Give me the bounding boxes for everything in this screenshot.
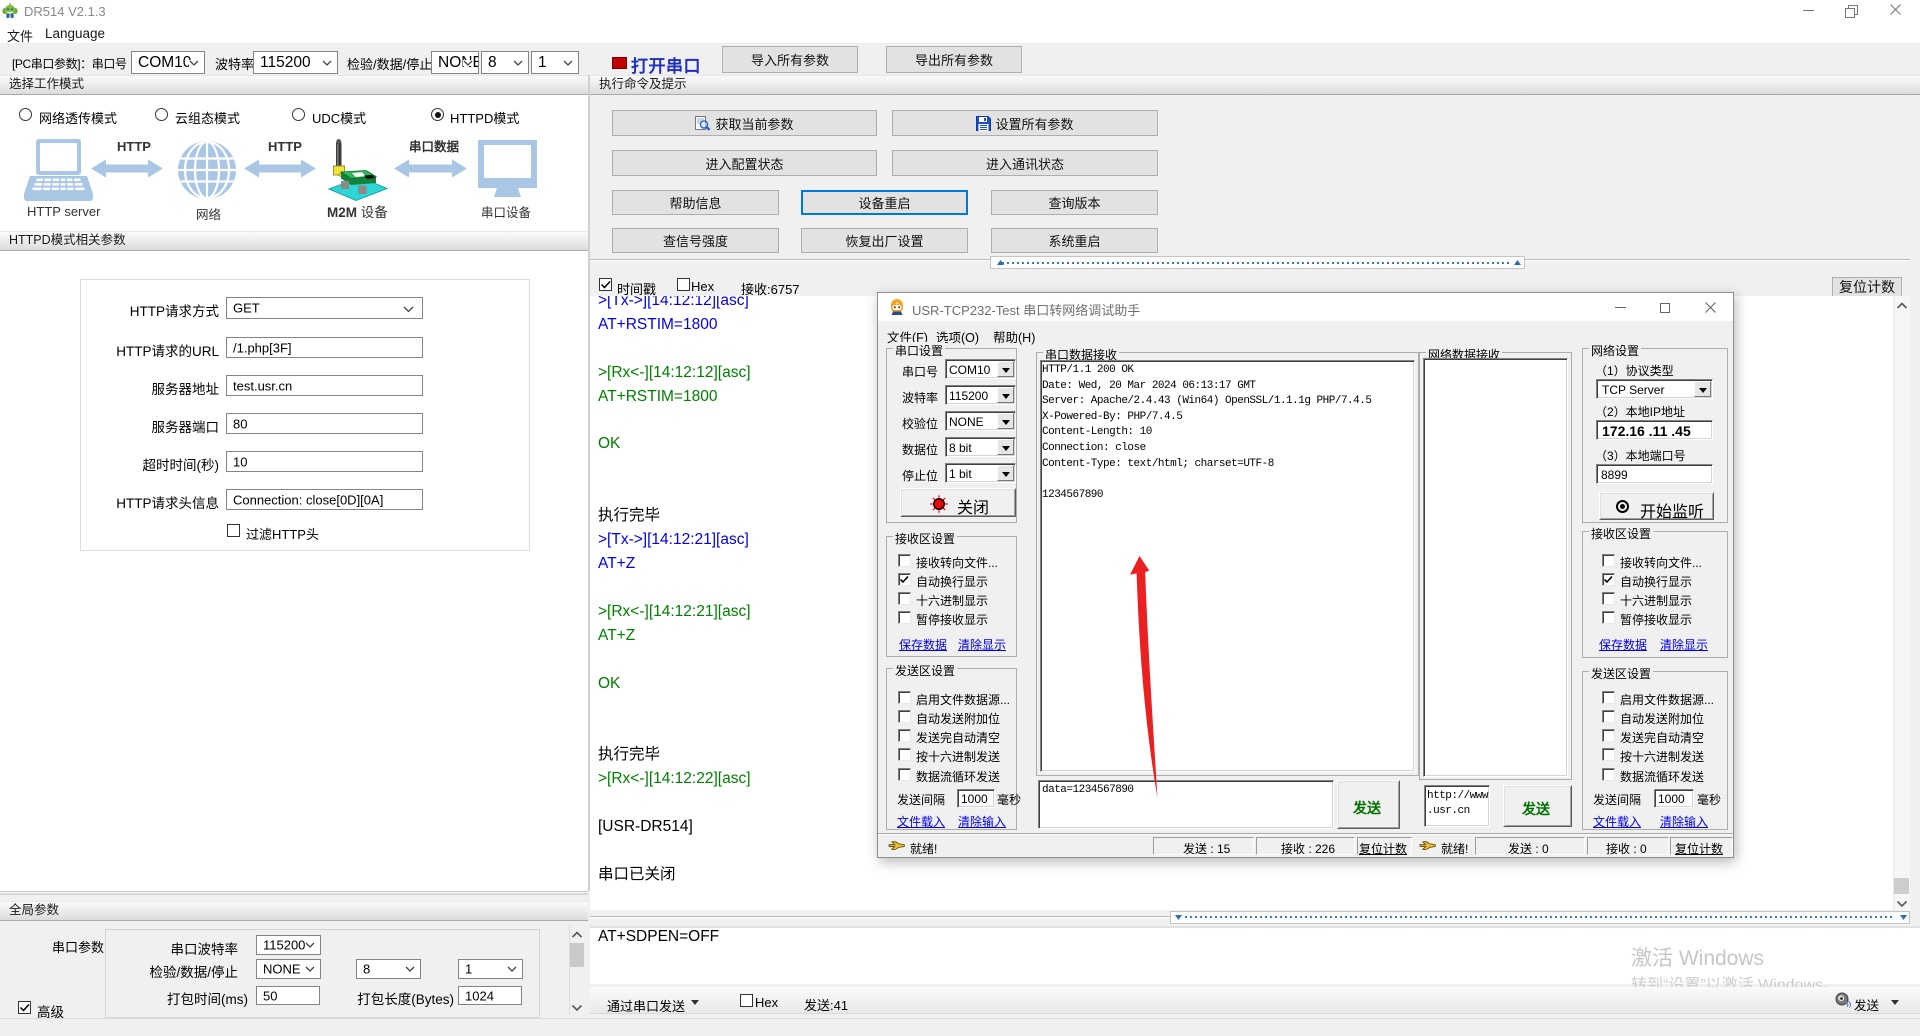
svg-text:M2M 设备: M2M 设备: [327, 204, 388, 220]
svg-text:HTTP: HTTP: [268, 139, 302, 154]
svg-text:串口数据: 串口数据: [409, 139, 460, 154]
svg-text:HTTP server: HTTP server: [27, 204, 101, 219]
svg-text:网络: 网络: [196, 207, 222, 222]
svg-text:HTTP: HTTP: [117, 139, 151, 154]
svg-text:串口设备: 串口设备: [481, 205, 532, 220]
